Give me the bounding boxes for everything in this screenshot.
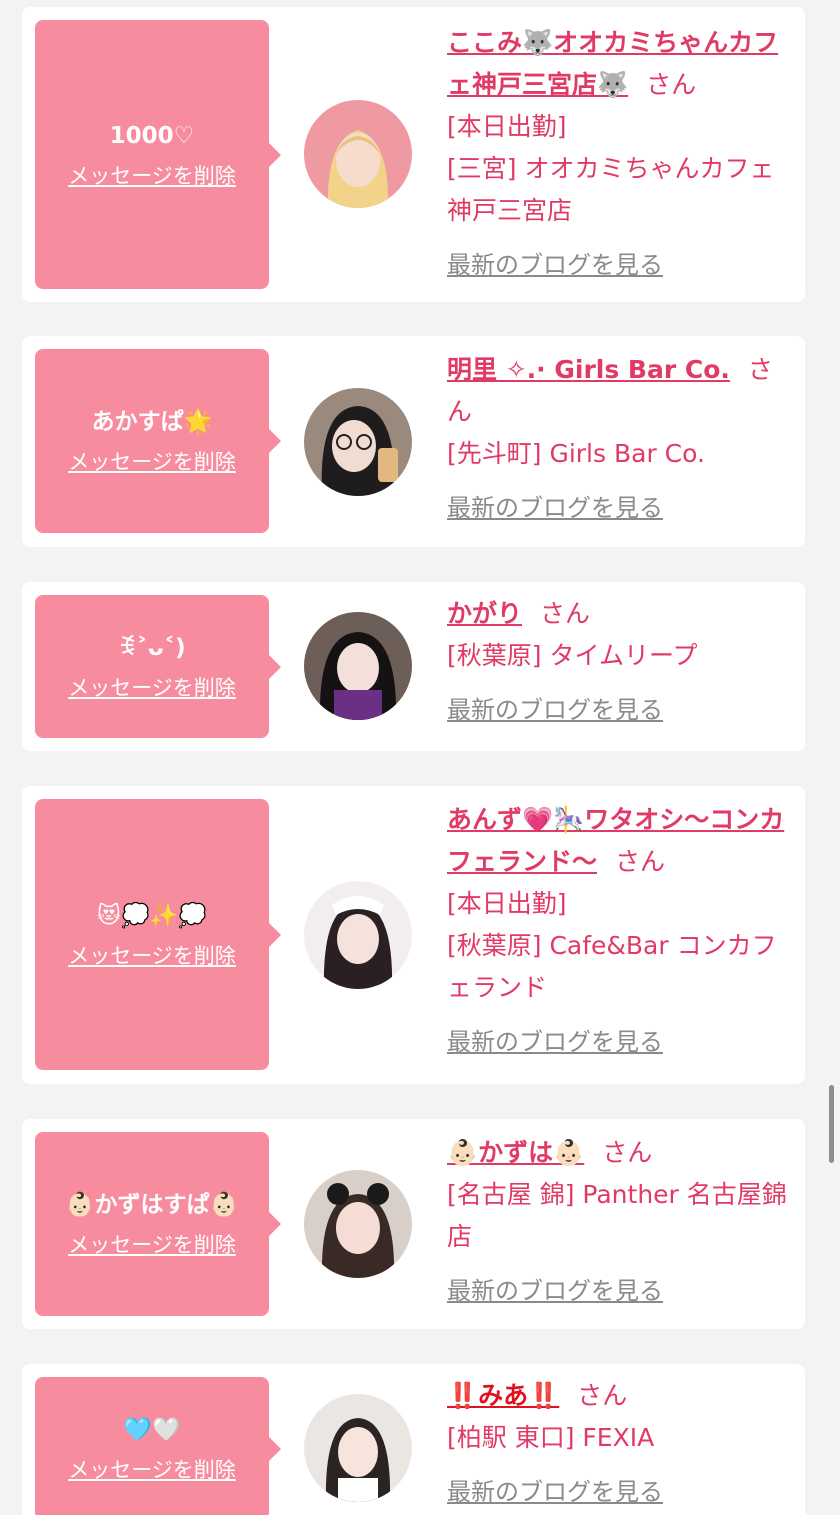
- attendance-status: [本日出勤]: [447, 889, 567, 918]
- latest-blog-link[interactable]: 最新のブログを見る: [447, 1021, 792, 1063]
- cast-info: 👶🏻かずは👶🏻 さん [名古屋 錦] Panther 名古屋錦店 最新のブログを見…: [447, 1132, 792, 1312]
- message-bubble: ꉂ˃ᴗ˂) メッセージを削除: [35, 595, 281, 738]
- avatar[interactable]: [304, 612, 412, 720]
- shop-name: [名古屋 錦] Panther 名古屋錦店: [447, 1180, 787, 1251]
- latest-blog-link[interactable]: 最新のブログを見る: [447, 689, 792, 731]
- message-text: 🩵🤍: [123, 1416, 181, 1443]
- cast-name-link[interactable]: 明里 ✧.· Girls Bar Co.: [447, 355, 730, 384]
- shop-name: [柏駅 東口] FEXIA: [447, 1423, 655, 1452]
- avatar[interactable]: [304, 1394, 412, 1502]
- shop-name: [秋葉原] Cafe&Bar コンカフェランド: [447, 931, 777, 1002]
- cast-name-link[interactable]: かがり: [447, 599, 522, 628]
- message-bubble: 🩵🤍 メッセージを削除: [35, 1377, 281, 1515]
- message-card: あかすぱ🌟 メッセージを削除 明里 ✧.· Girls Bar Co. さん [先…: [22, 336, 805, 547]
- message-card: 1000♡ メッセージを削除 ここみ🐺オオカミちゃんカフェ神戸三宮店🐺 さん [本…: [22, 7, 805, 302]
- shop-name: [秋葉原] タイムリープ: [447, 641, 698, 670]
- delete-message-link[interactable]: メッセージを削除: [68, 163, 236, 189]
- shop-name: [三宮] オオカミちゃんカフェ神戸三宮店: [447, 154, 775, 225]
- message-bubble: 😻💭✨💭 メッセージを削除: [35, 799, 281, 1070]
- message-text: ꉂ˃ᴗ˂): [118, 634, 186, 661]
- message-text: 😻💭✨💭: [97, 902, 207, 929]
- avatar[interactable]: [304, 388, 412, 496]
- message-bubble: 👶🏻かずはすぱ👶🏻 メッセージを削除: [35, 1132, 281, 1316]
- cast-info: ここみ🐺オオカミちゃんカフェ神戸三宮店🐺 さん [本日出勤] [三宮] オオカミち…: [447, 22, 792, 286]
- latest-blog-link[interactable]: 最新のブログを見る: [447, 1270, 792, 1312]
- latest-blog-link[interactable]: 最新のブログを見る: [447, 1471, 792, 1513]
- message-card: ꉂ˃ᴗ˂) メッセージを削除 かがり さん [秋葉原] タイムリープ 最新のブログ…: [22, 582, 805, 751]
- message-bubble: あかすぱ🌟 メッセージを削除: [35, 349, 281, 533]
- message-card: 🩵🤍 メッセージを削除 ‼️みあ‼️ さん [柏駅 東口] FEXIA 最新のブロ…: [22, 1364, 805, 1515]
- avatar[interactable]: [304, 881, 412, 989]
- cast-info: ‼️みあ‼️ さん [柏駅 東口] FEXIA 最新のブログを見る: [447, 1375, 792, 1513]
- cast-info: あんず💗🎠ワタオシ〜コンカフェランド〜 さん [本日出勤] [秋葉原] Cafe&…: [447, 799, 792, 1063]
- honorific-label: さん: [615, 847, 666, 876]
- cast-info: かがり さん [秋葉原] タイムリープ 最新のブログを見る: [447, 593, 792, 731]
- cast-name-link[interactable]: 👶🏻かずは👶🏻: [447, 1138, 584, 1167]
- cast-name-link[interactable]: ‼️みあ‼️: [447, 1381, 559, 1410]
- message-card: 👶🏻かずはすぱ👶🏻 メッセージを削除 👶🏻かずは👶🏻 さん [名古屋 錦] Pan…: [22, 1119, 805, 1329]
- delete-message-link[interactable]: メッセージを削除: [68, 943, 236, 969]
- message-text: 1000♡: [109, 122, 195, 149]
- message-text: 👶🏻かずはすぱ👶🏻: [65, 1192, 239, 1218]
- latest-blog-link[interactable]: 最新のブログを見る: [447, 244, 792, 286]
- delete-message-link[interactable]: メッセージを削除: [68, 1457, 236, 1483]
- delete-message-link[interactable]: メッセージを削除: [68, 1232, 236, 1258]
- message-card: 😻💭✨💭 メッセージを削除 あんず💗🎠ワタオシ〜コンカフェランド〜 さん [本日出…: [22, 786, 805, 1084]
- cast-name-link[interactable]: ここみ🐺オオカミちゃんカフェ神戸三宮店🐺: [447, 28, 778, 99]
- avatar[interactable]: [304, 100, 412, 208]
- message-bubble: 1000♡ メッセージを削除: [35, 20, 281, 289]
- message-text: あかすぱ🌟: [91, 409, 213, 435]
- scrollbar[interactable]: [829, 1085, 834, 1163]
- honorific-label: さん: [602, 1138, 653, 1167]
- shop-name: [先斗町] Girls Bar Co.: [447, 439, 705, 468]
- avatar[interactable]: [304, 1170, 412, 1278]
- delete-message-link[interactable]: メッセージを削除: [68, 449, 236, 475]
- cast-info: 明里 ✧.· Girls Bar Co. さん [先斗町] Girls Bar C…: [447, 349, 792, 529]
- honorific-label: さん: [540, 599, 591, 628]
- latest-blog-link[interactable]: 最新のブログを見る: [447, 487, 792, 529]
- attendance-status: [本日出勤]: [447, 112, 567, 141]
- honorific-label: さん: [646, 70, 697, 99]
- honorific-label: さん: [577, 1381, 628, 1410]
- delete-message-link[interactable]: メッセージを削除: [68, 675, 236, 701]
